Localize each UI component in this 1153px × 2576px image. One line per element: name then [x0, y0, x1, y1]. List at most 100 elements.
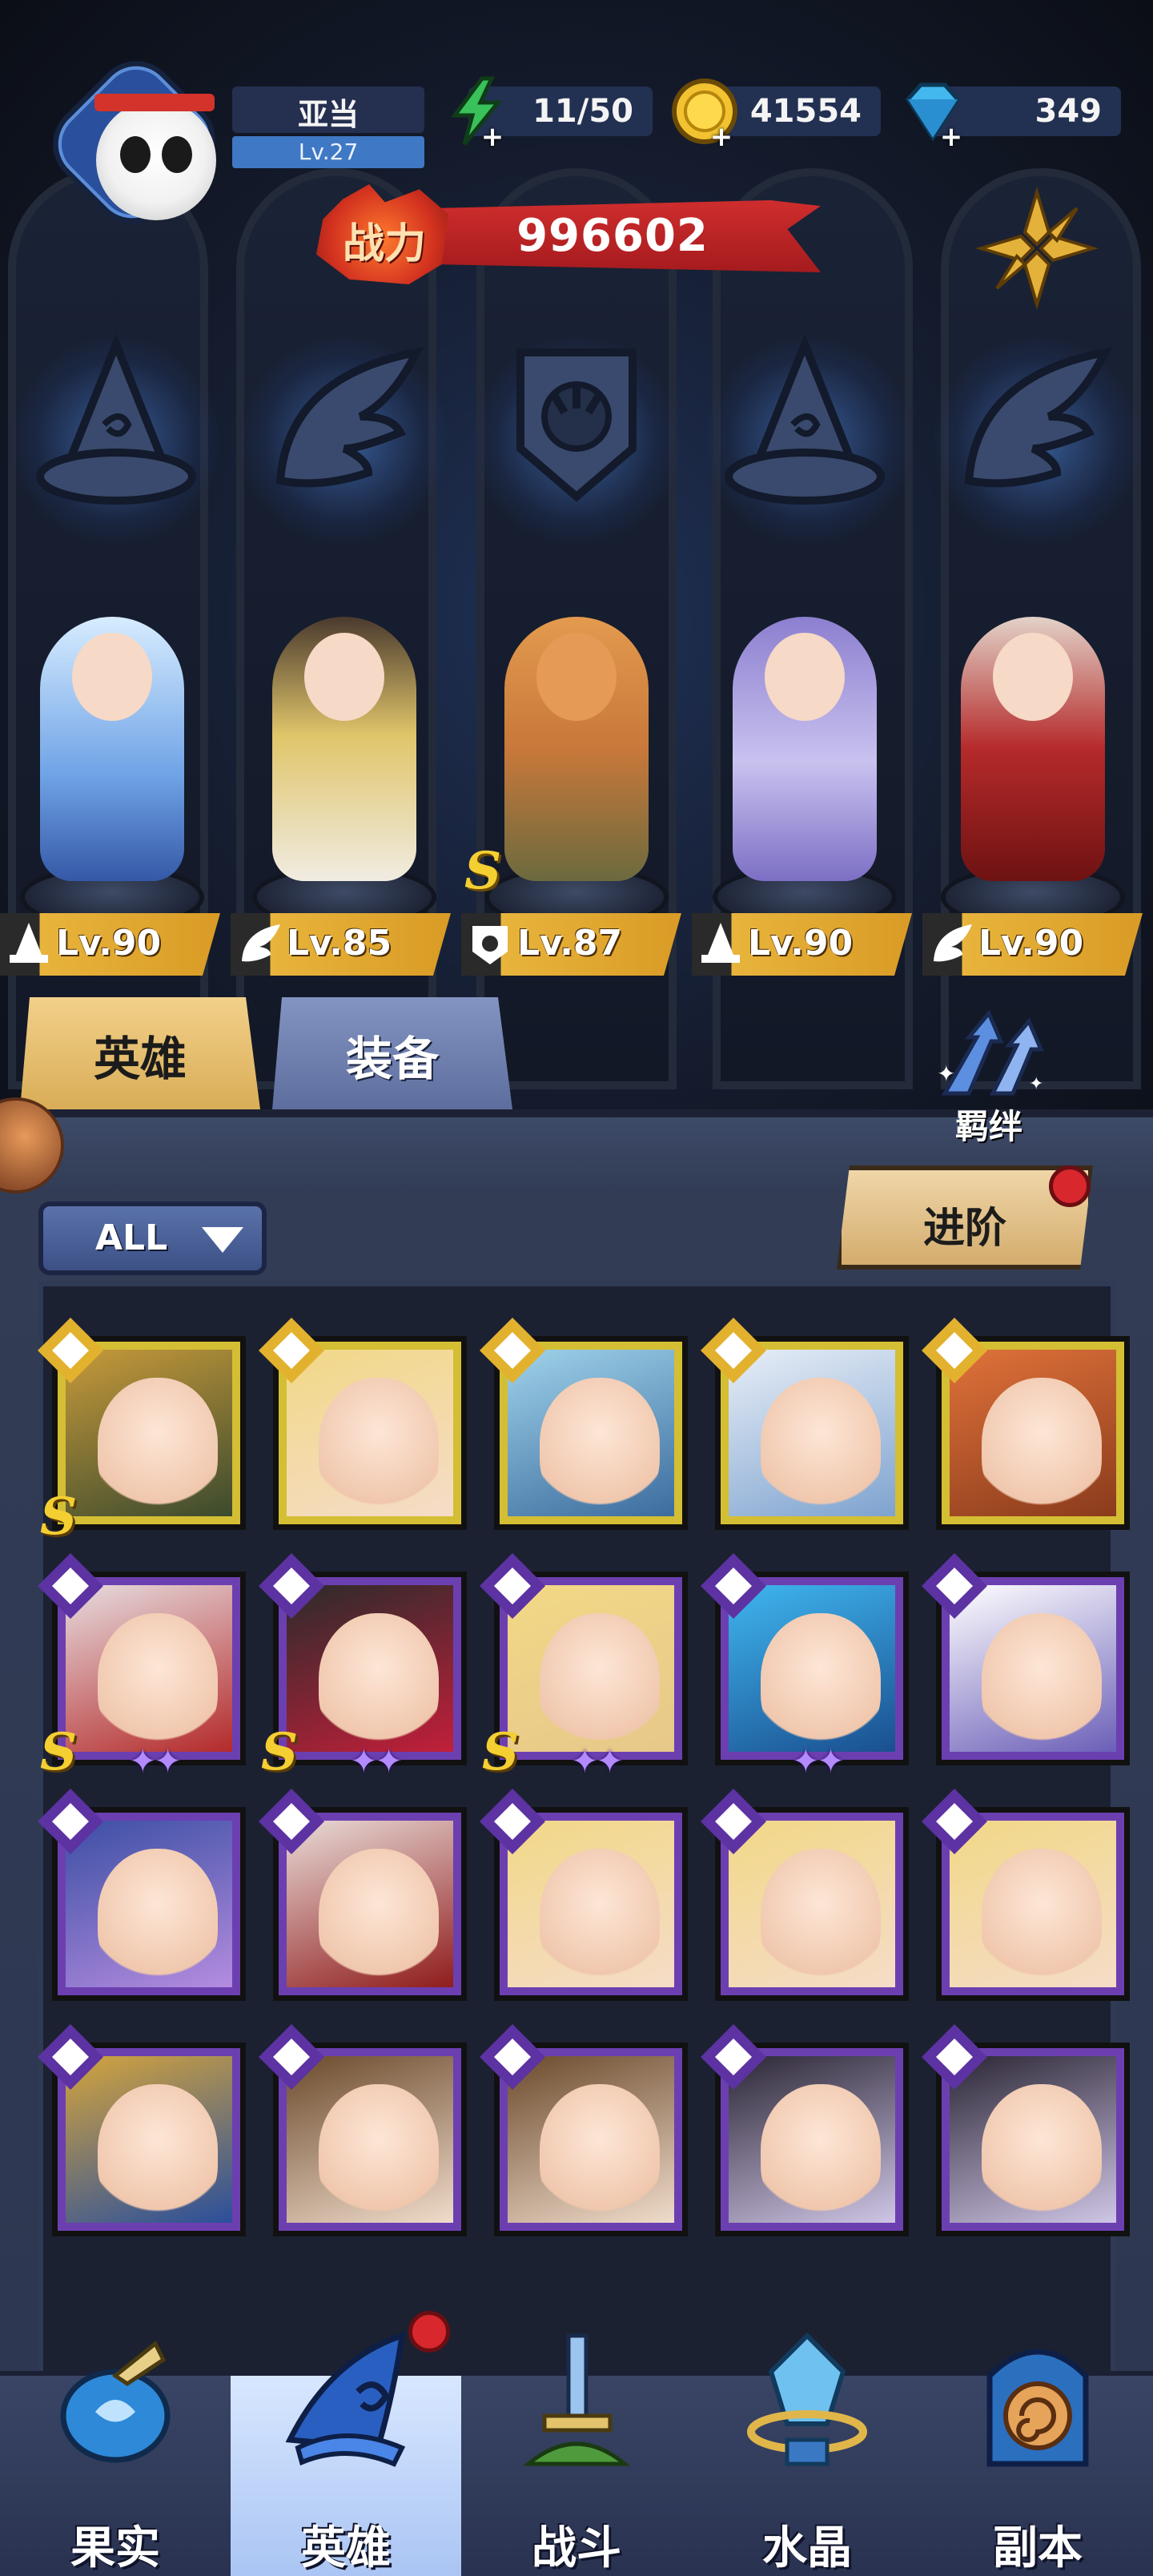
hero-card[interactable] [922, 1318, 1130, 1530]
nav-crystal[interactable]: 水晶 [692, 2332, 922, 2576]
hero-card[interactable] [922, 2024, 1130, 2236]
wing-icon [964, 347, 1112, 488]
tab-heroes[interactable]: 英雄 [20, 997, 260, 1109]
beast-claw-icon [472, 926, 508, 964]
hero-level: Lv.90 [978, 923, 1084, 964]
formation-hero-slot[interactable] [697, 593, 913, 929]
gold-counter[interactable]: + 41554 [672, 78, 881, 151]
notification-dot [408, 2311, 450, 2353]
wing-icon [242, 924, 280, 962]
hero-face [540, 2084, 660, 2220]
hero-portrait [729, 2056, 895, 2223]
hero-face [319, 1613, 439, 1749]
class-glyph [273, 1803, 310, 1840]
hero-face [761, 1613, 881, 1749]
class-glyph [715, 1568, 752, 1604]
hero-card[interactable] [38, 1789, 246, 2001]
stamina-counter[interactable]: + 11/50 [451, 76, 653, 151]
class-glyph [936, 2039, 973, 2075]
mage-hat-icon [36, 333, 196, 505]
hero-card[interactable]: S ✦✦ [259, 1553, 467, 1782]
power-label: 战力 [342, 220, 426, 268]
hero-portrait [729, 1350, 895, 1516]
star-rating: ✦✦ [570, 1741, 624, 1781]
plus-icon[interactable]: + [937, 123, 966, 152]
hero-level-tag: Lv.87 [461, 913, 681, 976]
hero-face [761, 1378, 881, 1514]
hero-portrait [287, 1350, 453, 1516]
hero-portrait [508, 1350, 674, 1516]
hero-card[interactable]: S ✦✦ [480, 1553, 688, 1782]
hero-portrait [287, 1585, 453, 1752]
filter-label: ALL [95, 1218, 168, 1258]
hero-card[interactable] [480, 1318, 688, 1530]
mage-hat-icon [725, 333, 885, 505]
class-glyph [494, 1332, 531, 1369]
hero-head [536, 633, 617, 721]
hero-level-tag: Lv.90 [922, 913, 1143, 976]
hero-card[interactable]: S ✦✦ [38, 1553, 246, 1782]
svg-text:✦: ✦ [937, 1061, 955, 1087]
formation-hero-slot[interactable] [4, 593, 220, 929]
sword-icon [523, 2333, 630, 2466]
wing-icon [275, 347, 424, 488]
hero-portrait [729, 1821, 895, 1987]
nav-dungeon-label: 副本 [993, 2522, 1083, 2574]
hero-portrait [287, 1821, 453, 1987]
notification-dot [1049, 1165, 1091, 1207]
player-avatar[interactable] [32, 44, 240, 252]
hero-level: Lv.90 [56, 923, 162, 964]
hero-face [319, 1378, 439, 1514]
hero-card[interactable] [922, 1789, 1130, 2001]
hero-card[interactable] [701, 2024, 909, 2236]
hero-face [319, 2084, 439, 2220]
class-glyph [936, 1568, 973, 1604]
hero-card[interactable] [38, 2024, 246, 2236]
hero-portrait [950, 2056, 1116, 2223]
hero-level: Lv.90 [748, 923, 854, 964]
formation-hero-slot[interactable] [925, 593, 1141, 929]
plus-icon[interactable]: + [478, 123, 507, 152]
hero-face [98, 1849, 218, 1985]
hero-face [982, 1849, 1102, 1985]
hero-head [304, 633, 384, 721]
hero-face [319, 1849, 439, 1985]
nav-battle-label: 战斗 [532, 2522, 621, 2574]
hero-card[interactable] [259, 1789, 467, 2001]
player-name: 亚当 [297, 97, 359, 132]
hero-card[interactable]: S [38, 1318, 246, 1547]
diamond-counter[interactable]: + 349 [905, 83, 1121, 151]
nav-dungeon[interactable]: 副本 [922, 2349, 1153, 2576]
s-rank-mark: S [261, 1722, 299, 1782]
formation-settings-icon[interactable] [973, 184, 1101, 312]
stamina-value: 11/50 [532, 93, 633, 130]
hero-card[interactable] [922, 1553, 1130, 1765]
fruit-icon [60, 2341, 171, 2463]
hero-card[interactable] [259, 2024, 467, 2236]
player-level: Lv.27 [298, 139, 359, 165]
nav-fruit[interactable]: 果实 [0, 2341, 231, 2576]
hero-portrait [950, 1350, 1116, 1516]
hero-level: Lv.87 [517, 923, 623, 964]
filter-dropdown[interactable]: ALL [38, 1201, 267, 1275]
hero-face [98, 2084, 218, 2220]
class-glyph [273, 1332, 310, 1369]
hero-card[interactable] [259, 1318, 467, 1530]
plus-icon[interactable]: + [707, 123, 736, 152]
hero-card[interactable] [701, 1789, 909, 2001]
formation-hero-slot[interactable] [236, 593, 452, 929]
hero-card[interactable] [701, 1318, 909, 1530]
hero-card[interactable] [480, 2024, 688, 2236]
nav-battle[interactable]: 战斗 [461, 2333, 692, 2576]
hero-face [540, 1849, 660, 1985]
tab-equipment[interactable]: 装备 [272, 997, 512, 1109]
hero-face [540, 1613, 660, 1749]
bond-button[interactable]: ✦ ✦ 羁绊 [921, 1005, 1057, 1146]
nav-heroes[interactable]: 英雄 [231, 2331, 461, 2576]
class-glyph [494, 1568, 531, 1604]
hero-level: Lv.85 [287, 923, 392, 964]
hero-card[interactable] [480, 1789, 688, 2001]
bond-arrows-icon: ✦ ✦ [937, 1009, 1044, 1096]
hero-portrait [287, 2056, 453, 2223]
hero-card[interactable]: ✦✦ [701, 1553, 909, 1781]
